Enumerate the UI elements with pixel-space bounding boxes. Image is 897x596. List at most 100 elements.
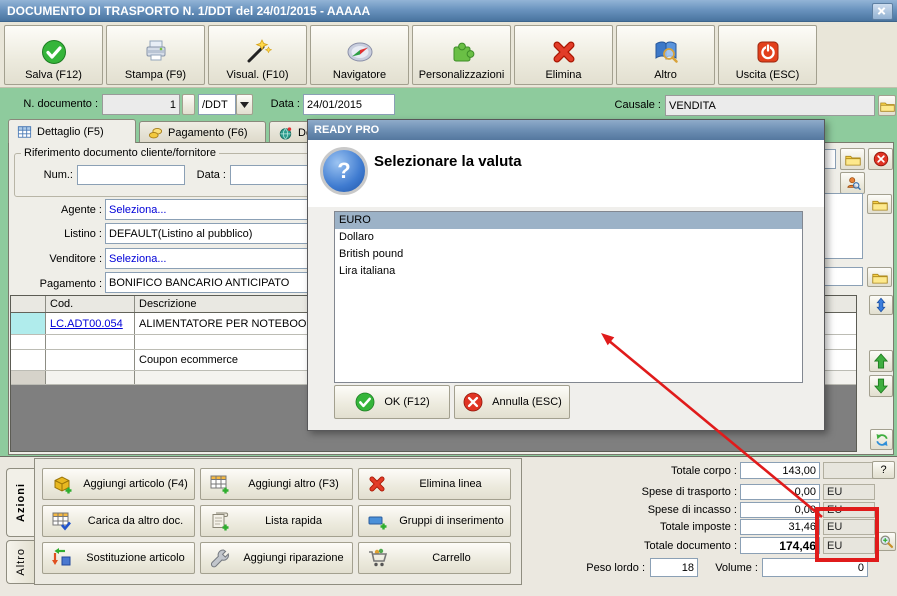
lista-rapida-button[interactable]: Lista rapida: [200, 505, 353, 537]
dialog-heading: Selezionare la valuta: [374, 153, 522, 170]
agente-label: Agente :: [61, 204, 102, 216]
coins-icon: [148, 126, 163, 140]
cube-add-icon: [51, 473, 73, 495]
grid-table-icon: [17, 125, 32, 139]
red-x-icon: [367, 474, 387, 494]
rif-num-field[interactable]: [77, 165, 185, 185]
currency-listbox[interactable]: EURO Dollaro British pound Lira italiana: [334, 211, 803, 383]
totale-imposte-field: 31,46: [740, 519, 820, 535]
list-add-icon: [209, 510, 231, 532]
spese-trasporto-field[interactable]: 0,00: [740, 484, 820, 500]
currency-zoom-button[interactable]: [877, 532, 896, 551]
totale-corpo-currency-box[interactable]: [823, 462, 875, 479]
elimina-button[interactable]: Elimina: [514, 25, 613, 85]
table-check-icon: [51, 510, 73, 532]
side-tab-altro[interactable]: Altro: [6, 540, 34, 584]
table-add-icon: [209, 473, 231, 495]
side-tab-azioni[interactable]: Azioni: [6, 468, 34, 537]
spese-trasporto-currency-box[interactable]: EU: [823, 484, 875, 500]
gruppi-di-inserimento-button[interactable]: Gruppi di inserimento: [358, 505, 511, 537]
data-field[interactable]: 24/01/2015: [303, 94, 395, 115]
aggiungi-altro-button[interactable]: Aggiungi altro (F3): [200, 468, 353, 500]
close-icon[interactable]: [872, 3, 893, 20]
ok-button[interactable]: OK (F12): [334, 385, 450, 419]
aggiungi-articolo-button[interactable]: Aggiungi articolo (F4): [42, 468, 195, 500]
destinazione-folder-button[interactable]: [867, 267, 892, 287]
peso-lordo-field[interactable]: 18: [650, 558, 698, 577]
tab-pagamento[interactable]: Pagamento (F6): [139, 121, 266, 143]
navigatore-button[interactable]: Navigatore: [310, 25, 409, 85]
totale-imposte-currency-box[interactable]: EU: [823, 519, 875, 535]
cliente-search-button[interactable]: [840, 172, 865, 194]
folder-icon: [871, 271, 888, 284]
riferimento-legend: Riferimento documento cliente/fornitore: [24, 147, 216, 159]
currency-option-euro[interactable]: EURO: [335, 212, 802, 229]
carrello-button[interactable]: Carrello: [358, 542, 511, 574]
cliente-delete-button[interactable]: [868, 148, 893, 170]
causale-field[interactable]: VENDITA: [665, 95, 875, 116]
magnifier-plus-icon: [879, 534, 894, 549]
uscita-button[interactable]: Uscita (ESC): [718, 25, 817, 85]
delete-circle-icon: [873, 151, 889, 167]
stampa-button[interactable]: Stampa (F9): [106, 25, 205, 85]
elimina-linea-button[interactable]: Elimina linea: [358, 468, 511, 500]
aggiungi-riparazione-button[interactable]: Aggiungi riparazione: [200, 542, 353, 574]
sostituzione-articolo-button[interactable]: Sostituzione articolo: [42, 542, 195, 574]
salva-button[interactable]: Salva (F12): [4, 25, 103, 85]
annulla-button[interactable]: Annulla (ESC): [454, 385, 570, 419]
refresh-button[interactable]: [870, 429, 893, 450]
row-selector-cell[interactable]: [11, 335, 46, 349]
pagamento-field[interactable]: BONIFICO BANCARIO ANTICIPATO: [105, 272, 323, 293]
tipo-documento-dropdown[interactable]: [236, 94, 253, 115]
group-add-icon: [367, 510, 389, 532]
numero-documento-field[interactable]: 1: [102, 94, 180, 115]
rif-num-label: Num.:: [43, 169, 73, 181]
carica-da-altro-doc-button[interactable]: Carica da altro doc.: [42, 505, 195, 537]
globe-icon: [278, 126, 293, 140]
window-title: DOCUMENTO DI TRASPORTO N. 1/DDT del 24/0…: [7, 3, 371, 18]
row-selector-cell[interactable]: [11, 371, 46, 384]
personalizzazioni-button[interactable]: Personalizzazioni: [412, 25, 511, 85]
row-selector-cell[interactable]: [11, 313, 46, 334]
app-window: DOCUMENTO DI TRASPORTO N. 1/DDT del 24/0…: [0, 0, 897, 596]
totale-documento-currency-box[interactable]: EU: [823, 537, 875, 554]
totale-documento-field: 174,46: [740, 537, 820, 554]
move-row-button[interactable]: [869, 295, 893, 315]
venditore-field[interactable]: Seleziona...: [105, 248, 323, 269]
puzzle-icon: [448, 38, 476, 66]
numero-documento-label: N. documento :: [23, 98, 98, 110]
listino-label: Listino :: [64, 228, 102, 240]
spese-incasso-label: Spese di incasso :: [647, 504, 737, 516]
agente-field[interactable]: Seleziona...: [105, 199, 323, 220]
dialog-titlebar: READY PRO: [308, 120, 824, 140]
listino-field[interactable]: DEFAULT(Listino al pubblico): [105, 223, 323, 244]
cliente-folder-button[interactable]: [840, 148, 865, 170]
numero-suffix-button[interactable]: [182, 94, 195, 115]
arrows-up-down-icon: [875, 297, 887, 313]
causale-label: Causale :: [614, 99, 661, 111]
help-button[interactable]: ?: [872, 461, 895, 479]
save-check-icon: [40, 38, 68, 66]
tipo-documento-field[interactable]: /DDT: [198, 94, 236, 115]
printer-icon: [142, 38, 170, 66]
currency-option-lira-italiana[interactable]: Lira italiana: [335, 263, 802, 280]
valuta-dialog: READY PRO ? Selezionare la valuta EURO D…: [307, 119, 825, 431]
folder-icon: [844, 153, 861, 166]
causale-folder-button[interactable]: [878, 95, 896, 116]
folder-icon: [879, 100, 895, 112]
visualizza-button[interactable]: Visual. (F10): [208, 25, 307, 85]
spese-incasso-field[interactable]: 0,00: [740, 502, 820, 518]
indirizzo-folder-button[interactable]: [867, 194, 892, 214]
row-selector-cell[interactable]: [11, 350, 46, 370]
article-code-link[interactable]: LC.ADT00.054: [50, 318, 123, 330]
row-up-button[interactable]: [869, 350, 893, 372]
currency-option-dollaro[interactable]: Dollaro: [335, 229, 802, 246]
chevron-down-icon: [240, 101, 249, 108]
altro-button[interactable]: Altro: [616, 25, 715, 85]
row-down-button[interactable]: [869, 375, 893, 397]
spese-incasso-currency-box[interactable]: EU: [823, 502, 875, 518]
currency-option-british-pound[interactable]: British pound: [335, 246, 802, 263]
person-search-icon: [845, 175, 861, 191]
volume-field[interactable]: 0: [762, 558, 868, 577]
tab-dettaglio[interactable]: Dettaglio (F5): [8, 119, 136, 143]
